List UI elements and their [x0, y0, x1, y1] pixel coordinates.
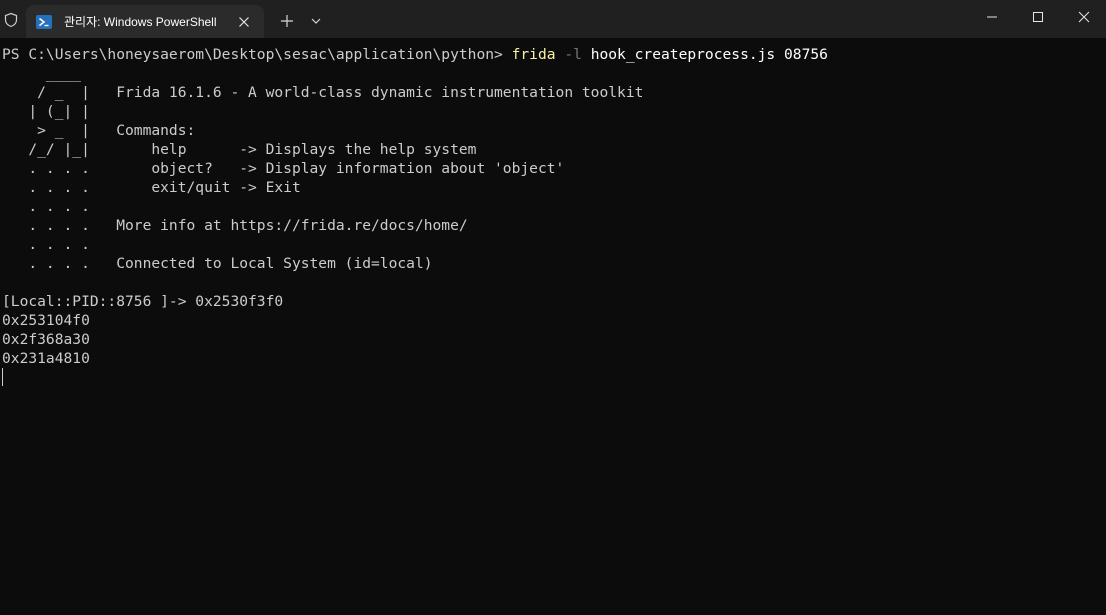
banner-line: . . . . — [2, 198, 90, 215]
command-args: hook_createprocess.js 08756 — [590, 46, 828, 63]
banner-line: . . . . More info at https://frida.re/do… — [2, 217, 468, 234]
title-bar: 관리자: Windows PowerShell — [0, 0, 1106, 38]
tab-title: 관리자: Windows PowerShell — [64, 15, 217, 29]
banner-line: | (_| | — [2, 103, 90, 120]
prompt: PS C:\Users\honeysaerom\Desktop\sesac\ap… — [2, 46, 512, 63]
powershell-icon — [36, 14, 52, 30]
new-tab-button[interactable] — [273, 8, 301, 34]
banner-line: . . . . exit/quit -> Exit — [2, 179, 301, 196]
banner-line: . . . . object? -> Display information a… — [2, 160, 565, 177]
plus-icon — [281, 15, 293, 27]
command-line: PS C:\Users\honeysaerom\Desktop\sesac\ap… — [2, 45, 828, 64]
tab-powershell[interactable]: 관리자: Windows PowerShell — [26, 5, 264, 38]
banner-line: / _ | Frida 16.1.6 - A world-class dynam… — [2, 84, 644, 101]
banner-line: /_/ |_| help -> Displays the help system — [2, 141, 477, 158]
close-icon — [239, 16, 249, 27]
close-tab-button[interactable] — [230, 10, 258, 34]
close-icon — [1078, 11, 1090, 23]
banner-line: . . . . Connected to Local System (id=lo… — [2, 255, 433, 272]
minimize-icon — [987, 16, 997, 18]
minimize-button[interactable] — [969, 0, 1015, 34]
command-flag: -l — [555, 46, 591, 63]
banner-line: ____ — [2, 65, 82, 82]
output-line: [Local::PID::8756 ]-> 0x2530f3f0 — [2, 293, 284, 310]
command-name: frida — [511, 46, 556, 63]
shield-icon — [3, 12, 19, 28]
terminal-window: 관리자: Windows PowerShell PS C:\Users\hone… — [0, 0, 1106, 615]
close-window-button[interactable] — [1061, 0, 1106, 34]
banner-line: > _ | Commands: — [2, 122, 196, 139]
banner-line: . . . . — [2, 236, 90, 253]
tab-dropdown-button[interactable] — [303, 8, 329, 34]
text-cursor — [2, 368, 3, 386]
maximize-button[interactable] — [1015, 0, 1061, 34]
terminal-output[interactable]: PS C:\Users\honeysaerom\Desktop\sesac\ap… — [0, 38, 1106, 615]
output-line: 0x253104f0 — [2, 312, 90, 329]
output-line: 0x231a4810 — [2, 350, 90, 367]
chevron-down-icon — [311, 18, 321, 24]
maximize-icon — [1033, 12, 1043, 22]
output-line: 0x2f368a30 — [2, 331, 90, 348]
